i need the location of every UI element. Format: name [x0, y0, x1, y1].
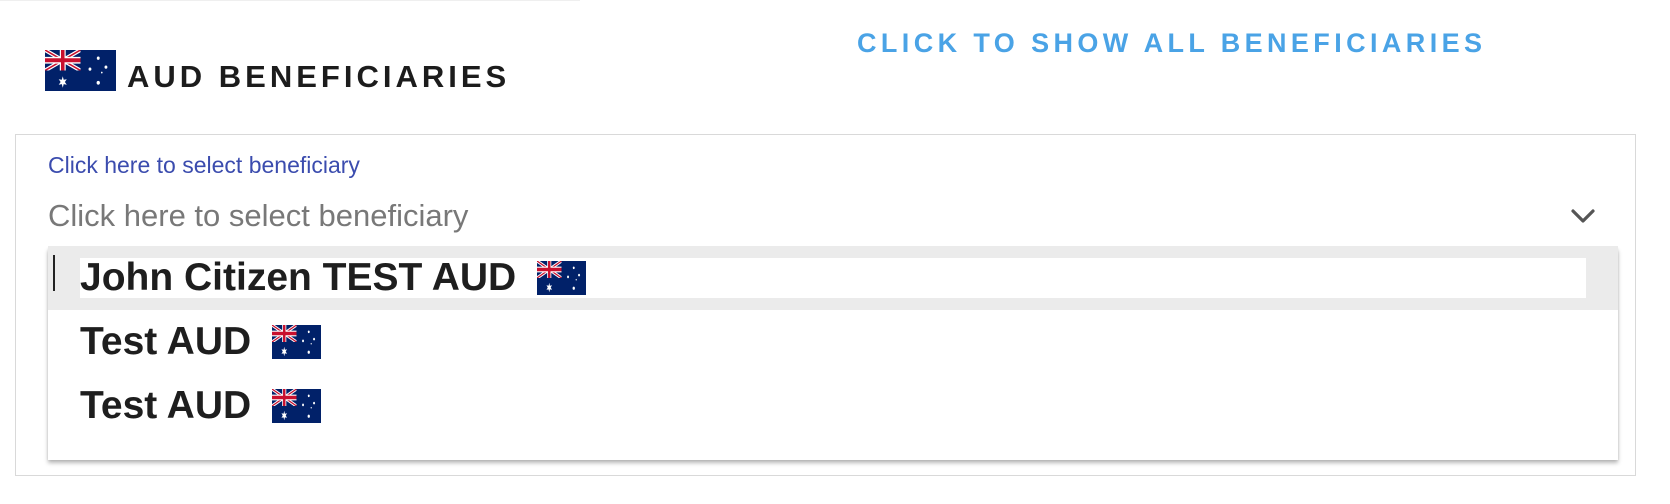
option-label: Test AUD — [80, 320, 252, 363]
australia-flag-icon — [272, 389, 321, 423]
select-label: Click here to select beneficiary — [48, 152, 360, 178]
beneficiary-dropdown-list: John Citizen TEST AUD Test AUD Test AUD — [48, 246, 1618, 460]
chevron-down-icon[interactable] — [1568, 203, 1598, 229]
section-title: AUD BENEFICIARIES — [127, 59, 511, 94]
show-all-beneficiaries-link[interactable]: CLICK TO SHOW ALL BENEFICIARIES — [857, 28, 1486, 59]
australia-flag-icon — [45, 50, 116, 91]
dropdown-option[interactable]: Test AUD — [48, 310, 1618, 374]
australia-flag-icon — [537, 261, 586, 295]
beneficiary-panel: AUD BENEFICIARIES CLICK TO SHOW ALL BENE… — [0, 0, 1670, 504]
dropdown-option[interactable]: John Citizen TEST AUD — [48, 246, 1618, 310]
top-divider — [0, 0, 580, 1]
option-label: John Citizen TEST AUD — [80, 256, 517, 299]
text-cursor — [53, 255, 55, 291]
option-label: Test AUD — [80, 384, 252, 427]
australia-flag-icon — [272, 325, 321, 359]
beneficiary-select-input[interactable]: Click here to select beneficiary — [48, 198, 1608, 244]
section-header: AUD BENEFICIARIES — [45, 46, 510, 94]
dropdown-option[interactable]: Test AUD — [48, 374, 1618, 438]
